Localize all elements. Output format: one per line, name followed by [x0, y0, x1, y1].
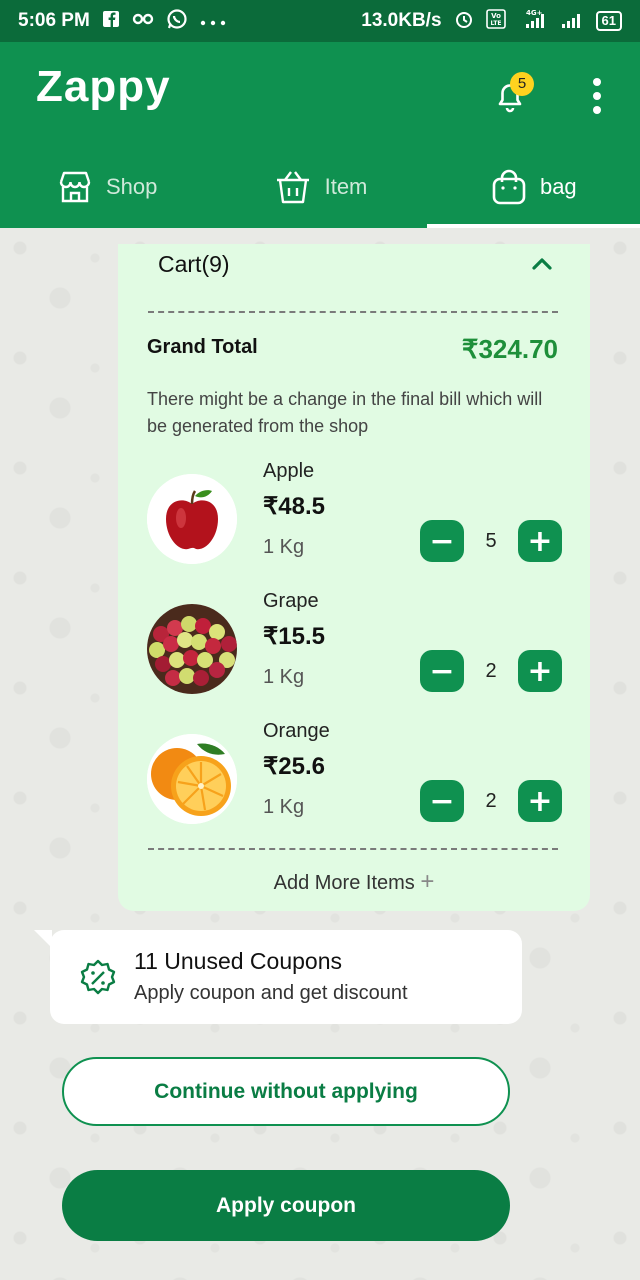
item-name: Orange: [263, 720, 330, 742]
add-more-label: Add More Items: [273, 872, 415, 894]
apply-coupon-button[interactable]: Apply coupon: [62, 1170, 510, 1241]
app-logo: Zappy: [36, 62, 171, 111]
battery-indicator: 61: [595, 11, 622, 31]
cart-card: Cart(9) Grand Total ₹324.70 There might …: [118, 244, 590, 911]
facebook-icon: [102, 10, 120, 33]
cart-header[interactable]: Cart(9): [158, 246, 554, 282]
coupon-subtitle: Apply coupon and get discount: [134, 982, 408, 1004]
cart-title: Cart(9): [158, 250, 230, 277]
signal-icon-2: [560, 9, 584, 34]
quantity-value: 5: [485, 529, 497, 552]
quantity-value: 2: [485, 659, 497, 682]
decrease-quantity-button[interactable]: −: [420, 520, 464, 562]
quantity-stepper: − 2 +: [420, 780, 562, 822]
network-type: 4G+: [526, 9, 543, 17]
tab-item[interactable]: Item: [213, 146, 426, 228]
tab-bag[interactable]: bag: [426, 146, 640, 228]
grand-total-value: ₹324.70: [461, 334, 558, 364]
list-item: Orange ₹25.6 1 Kg − 2 +: [147, 720, 562, 830]
item-price: ₹48.5: [263, 493, 325, 520]
tab-bag-label: bag: [539, 174, 577, 199]
svg-text:LTE: LTE: [490, 20, 501, 27]
tab-shop-label: Shop: [105, 174, 158, 199]
coupon-card[interactable]: 11 Unused Coupons Apply coupon and get d…: [50, 930, 522, 1024]
status-time: 5:06 PM: [18, 10, 90, 31]
discount-badge-icon: [80, 959, 116, 995]
coupon-title: 11 Unused Coupons: [134, 948, 342, 974]
tab-bar: Shop Item bag: [0, 146, 640, 228]
divider: [148, 848, 558, 850]
more-notifications-icon: [200, 11, 226, 31]
tab-item-label: Item: [324, 174, 368, 199]
more-options-icon[interactable]: [586, 78, 608, 114]
chevron-up-icon[interactable]: [530, 252, 554, 276]
decrease-quantity-button[interactable]: −: [420, 780, 464, 822]
quantity-stepper: − 5 +: [420, 520, 562, 562]
item-unit: 1 Kg: [263, 666, 305, 688]
bill-note: There might be a change in the final bil…: [147, 389, 543, 436]
increase-quantity-button[interactable]: +: [518, 780, 562, 822]
list-item: Apple ₹48.5 1 Kg − 5 +: [147, 460, 562, 570]
quantity-value: 2: [485, 789, 497, 812]
basket-icon: [276, 171, 309, 204]
increase-quantity-button[interactable]: +: [518, 520, 562, 562]
svg-text:Vo: Vo: [491, 12, 501, 20]
signal-icon: 4G+: [518, 9, 548, 34]
grape-image: [147, 604, 237, 694]
list-item: Grape ₹15.5 1 Kg − 2 +: [147, 590, 562, 700]
status-bar: 5:06 PM 13.0KB/s Vo LTE 4G+ 61: [0, 0, 640, 42]
plus-icon: +: [420, 868, 435, 895]
item-name: Apple: [263, 460, 315, 482]
divider: [148, 311, 558, 313]
link-icon: [132, 11, 154, 31]
grand-total-label: Grand Total: [147, 336, 258, 358]
alarm-icon: [454, 9, 474, 34]
item-unit: 1 Kg: [263, 796, 305, 818]
tab-shop[interactable]: Shop: [0, 146, 213, 228]
app-header: Zappy 5 Shop Item bag: [0, 42, 640, 228]
orange-image: [147, 734, 237, 824]
shop-icon: [59, 171, 91, 203]
item-price: ₹15.5: [263, 623, 325, 650]
quantity-stepper: − 2 +: [420, 650, 562, 692]
volte-icon: Vo LTE: [485, 8, 506, 34]
apple-image: [147, 474, 237, 564]
item-price: ₹25.6: [263, 753, 325, 780]
item-name: Grape: [263, 590, 319, 612]
increase-quantity-button[interactable]: +: [518, 650, 562, 692]
add-more-items-link[interactable]: Add More Items +: [118, 868, 590, 896]
item-unit: 1 Kg: [263, 536, 305, 558]
bag-icon: [492, 169, 526, 205]
whatsapp-icon: [166, 8, 188, 35]
notification-badge: 5: [510, 72, 534, 96]
network-speed: 13.0KB/s: [361, 10, 442, 31]
decrease-quantity-button[interactable]: −: [420, 650, 464, 692]
continue-without-applying-button[interactable]: Continue without applying: [62, 1057, 510, 1126]
